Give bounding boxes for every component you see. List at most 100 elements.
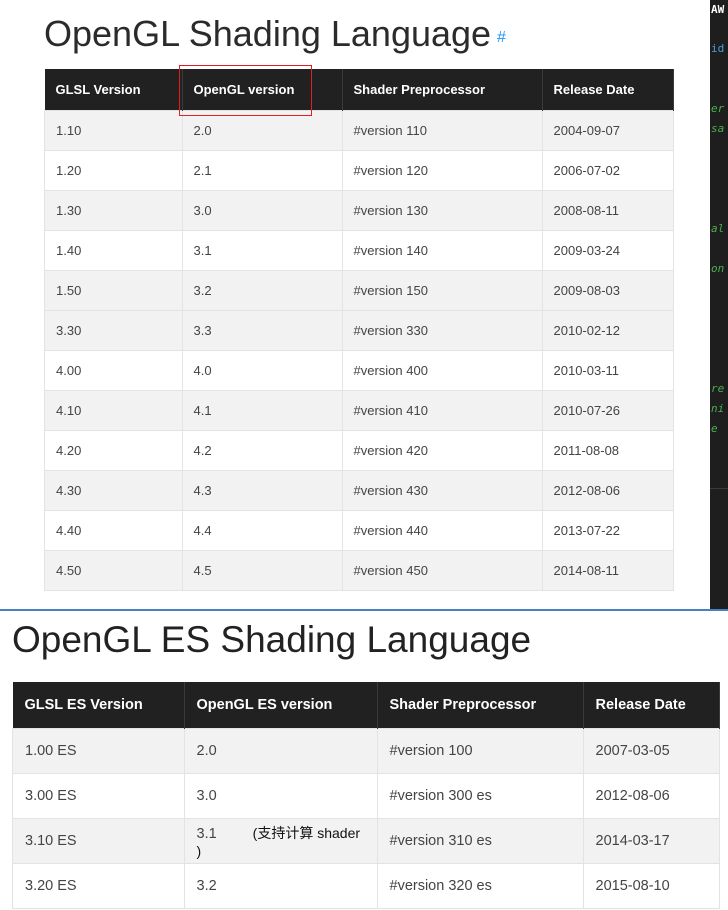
cell: 2009-08-03: [541, 270, 674, 311]
cell: 2011-08-08: [541, 430, 674, 471]
cell: 4.2: [181, 430, 343, 471]
cell: #version 330: [341, 310, 543, 351]
cell: #version 410: [341, 390, 543, 431]
col-release-date: Release Date: [583, 682, 720, 729]
cell: 3.2: [183, 863, 378, 909]
cell: 3.3: [181, 310, 343, 351]
cell: 1.20: [44, 150, 183, 191]
table-row: 4.50 4.5 #version 450 2014-08-11: [44, 550, 674, 591]
cell: 2008-08-11: [541, 190, 674, 231]
table-row: 3.30 3.3 #version 330 2010-02-12: [44, 310, 674, 351]
table-header-row: GLSL ES Version OpenGL ES version Shader…: [12, 682, 720, 729]
cell: 2.0: [183, 728, 378, 774]
cell: 4.0: [181, 350, 343, 391]
code-editor-strip: AW id er sa al on re ni e: [710, 0, 728, 610]
cell: 1.40: [44, 230, 183, 271]
cell: 3.2: [181, 270, 343, 311]
editor-line: AW: [711, 3, 725, 16]
col-glsl-es-version: GLSL ES Version: [12, 682, 185, 729]
cell: #version 300 es: [376, 773, 584, 819]
cell: 4.5: [181, 550, 343, 591]
table-row: 4.20 4.2 #version 420 2011-08-08: [44, 430, 674, 471]
cell: 4.3: [181, 470, 343, 511]
cell: 4.00: [44, 350, 183, 391]
col-shader-preprocessor: Shader Preprocessor: [377, 682, 584, 729]
cell: 3.0: [183, 773, 378, 819]
section-divider: [0, 609, 728, 611]
editor-line: ni: [711, 402, 725, 415]
cell: #version 450: [341, 550, 543, 591]
cell: 2007-03-05: [582, 728, 720, 774]
cell-value: 3.1: [196, 825, 217, 842]
glsl-version-table: GLSL Version OpenGL version Shader Prepr…: [44, 69, 674, 591]
cell: 4.20: [44, 430, 183, 471]
cell: 4.1: [181, 390, 343, 431]
cell: #version 120: [341, 150, 543, 191]
col-release-date: Release Date: [542, 69, 674, 111]
table-row: 3.10 ES 3.1 (支持计算 shader ) #version 310 es 2…: [12, 818, 720, 864]
cell: 2012-08-06: [582, 773, 720, 819]
editor-line: id: [711, 42, 725, 55]
editor-line: al: [711, 222, 725, 235]
col-glsl-version: GLSL Version: [44, 69, 183, 111]
editor-line: re: [711, 382, 725, 395]
compute-shader-note: (支持计算 shader ): [196, 824, 361, 859]
table-row: 4.10 4.1 #version 410 2010-07-26: [44, 390, 674, 431]
editor-line: er: [711, 102, 725, 115]
table-row: 1.00 ES 2.0 #version 100 2007-03-05: [12, 728, 720, 774]
editor-line: on: [711, 262, 725, 275]
heading-anchor-link[interactable]: #: [497, 29, 506, 46]
cell: 1.00 ES: [12, 728, 185, 774]
glsl-section: OpenGL Shading Language # GLSL Version Op…: [0, 0, 710, 610]
table-row: 1.10 2.0 #version 110 2004-09-07: [44, 110, 674, 151]
cell: #version 110: [341, 110, 543, 151]
table-row: 4.40 4.4 #version 440 2013-07-22: [44, 510, 674, 551]
cell: 1.50: [44, 270, 183, 311]
table-row: 1.50 3.2 #version 150 2009-08-03: [44, 270, 674, 311]
cell: #version 420: [341, 430, 543, 471]
col-opengl-es-version: OpenGL ES version: [184, 682, 378, 729]
cell: 2010-03-11: [541, 350, 674, 391]
cell: 4.4: [181, 510, 343, 551]
col-shader-preprocessor: Shader Preprocessor: [342, 69, 543, 111]
cell: 4.50: [44, 550, 183, 591]
cell: 2015-08-10: [582, 863, 720, 909]
cell: 2010-02-12: [541, 310, 674, 351]
cell: 2010-07-26: [541, 390, 674, 431]
editor-line: e: [711, 422, 718, 435]
cell: 2.1: [181, 150, 343, 191]
cell: 3.1: [181, 230, 343, 271]
cell: 4.10: [44, 390, 183, 431]
table-row: 1.30 3.0 #version 130 2008-08-11: [44, 190, 674, 231]
table-header-row: GLSL Version OpenGL version Shader Prepr…: [44, 69, 674, 111]
cell: 4.40: [44, 510, 183, 551]
cell: #version 320 es: [376, 863, 584, 909]
cell: #version 130: [341, 190, 543, 231]
cell: #version 100: [376, 728, 584, 774]
cell: #version 140: [341, 230, 543, 271]
cell: 3.30: [44, 310, 183, 351]
cell: #version 150: [341, 270, 543, 311]
cell: 3.10 ES: [12, 818, 185, 864]
opengl-version-highlight: [179, 65, 312, 116]
table-row: 1.20 2.1 #version 120 2006-07-02: [44, 150, 674, 191]
cell: 2013-07-22: [541, 510, 674, 551]
cell: 2006-07-02: [541, 150, 674, 191]
cell: 3.20 ES: [12, 863, 185, 909]
cell: 3.1 (支持计算 shader ): [183, 818, 378, 864]
table-row: 3.00 ES 3.0 #version 300 es 2012-08-06: [12, 773, 720, 819]
gles-title: OpenGL ES Shading Language: [12, 619, 532, 660]
cell: 2014-03-17: [582, 818, 720, 864]
cell: 3.0: [181, 190, 343, 231]
cell: #version 440: [341, 510, 543, 551]
table-row: 1.40 3.1 #version 140 2009-03-24: [44, 230, 674, 271]
cell: 2004-09-07: [541, 110, 674, 151]
table-row: 4.00 4.0 #version 400 2010-03-11: [44, 350, 674, 391]
cell: 2012-08-06: [541, 470, 674, 511]
cell: 4.30: [44, 470, 183, 511]
table-row: 4.30 4.3 #version 430 2012-08-06: [44, 470, 674, 511]
cell: 2009-03-24: [541, 230, 674, 271]
glsl-title: OpenGL Shading Language #: [44, 12, 506, 56]
cell: 2014-08-11: [541, 550, 674, 591]
cell: 1.30: [44, 190, 183, 231]
